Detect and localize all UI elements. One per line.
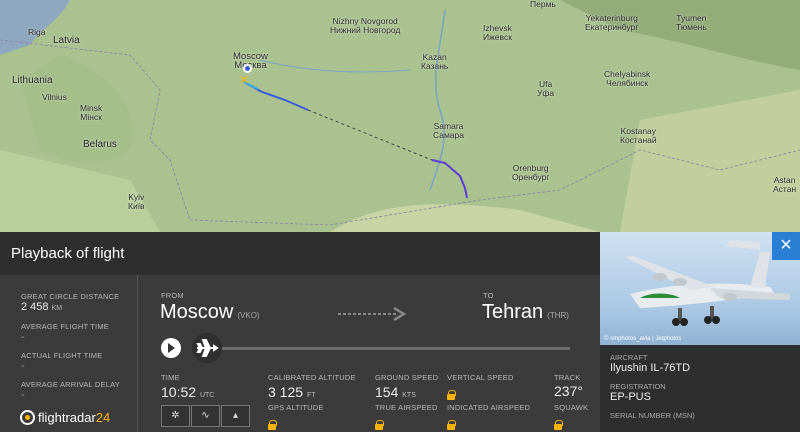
registration-value[interactable]: EP-PUS — [610, 391, 651, 403]
from-label: FROM — [161, 291, 184, 300]
aircraft-info: AIRCRAFT Ilyushin IL-76TD REGISTRATION E… — [600, 345, 800, 432]
registration-label: REGISTRATION — [610, 382, 666, 391]
expand-view-button[interactable]: ✲ — [161, 405, 190, 427]
great-circle-value: 2 458 KM — [21, 301, 63, 313]
close-button[interactable]: × — [772, 232, 800, 260]
city-label: Samara Самара — [433, 121, 464, 140]
ground-speed-value: 154 KTS — [375, 384, 416, 400]
city-label: Kostanay Костанай — [620, 126, 657, 145]
destination-city[interactable]: Tehran (THR) — [482, 301, 569, 324]
time-label: TIME — [161, 373, 180, 382]
city-label: Kazan Казань — [421, 52, 449, 71]
route-button[interactable]: ∿ — [191, 405, 220, 427]
playback-timeline[interactable] — [192, 333, 572, 363]
timeline-track[interactable] — [192, 347, 570, 350]
logo-text: flightradar — [38, 410, 96, 425]
indicated-airspeed-label: INDICATED AIRSPEED — [447, 403, 531, 412]
flightradar24-logo[interactable]: flightradar 24 — [20, 410, 110, 425]
city-label: Minsk Мінск — [80, 103, 103, 122]
aircraft-photo[interactable]: © smphotos_avia | Jetphotos — [600, 232, 800, 345]
city-label: Kyiv Київ — [128, 192, 145, 211]
serial-number-label: SERIAL NUMBER (MSN) — [610, 411, 695, 420]
route-arrow-icon — [338, 306, 408, 322]
panel-title: Playback of flight — [11, 245, 125, 262]
lock-icon[interactable] — [268, 416, 277, 432]
panel-header: Playback of flight — [0, 232, 600, 275]
calibrated-altitude-label: CALIBRATED ALTITUDE — [268, 373, 356, 382]
track-value: 237° — [554, 383, 583, 399]
actual-flight-time-value: - — [21, 360, 25, 372]
squawk-label: SQUAWK — [554, 403, 589, 412]
aircraft-image — [625, 240, 790, 326]
lock-icon[interactable] — [554, 416, 563, 432]
calibrated-altitude-value: 3 125 FT — [268, 384, 316, 400]
city-label: Vilnius — [42, 92, 67, 102]
city-label: Пермь — [530, 0, 556, 9]
logo-number: 24 — [95, 410, 111, 425]
lock-icon[interactable] — [375, 416, 384, 432]
avg-flight-time-label: AVERAGE FLIGHT TIME — [21, 322, 109, 331]
altitude-graph-button[interactable]: ▴ — [221, 405, 250, 427]
city-label: Izhevsk Ижевск — [483, 23, 512, 42]
graph-icon: ▴ — [232, 410, 239, 421]
close-icon: × — [780, 234, 792, 256]
play-button[interactable] — [161, 338, 181, 358]
gps-altitude-label: GPS ALTITUDE — [268, 403, 324, 412]
country-label: Latvia — [53, 35, 80, 46]
origin-city[interactable]: Moscow (VKO) — [160, 301, 260, 324]
avg-flight-time-value: - — [21, 331, 25, 343]
country-label: Belarus — [83, 139, 117, 150]
lock-icon[interactable] — [447, 416, 456, 432]
great-circle-label: GREAT CIRCLE DISTANCE — [21, 292, 120, 301]
city-label: Ufa Уфа — [537, 79, 555, 98]
vertical-speed-label: VERTICAL SPEED — [447, 373, 514, 382]
time-value: 10:52 UTC — [161, 384, 215, 400]
ground-speed-label: GROUND SPEED — [375, 373, 439, 382]
aircraft-position-icon[interactable] — [243, 64, 252, 73]
true-airspeed-label: TRUE AIRSPEED — [375, 403, 438, 412]
avg-arrival-delay-label: AVERAGE ARRIVAL DELAY — [21, 380, 120, 389]
city-label: Yekaterinburg Екатеринбург — [585, 13, 639, 32]
lock-icon[interactable] — [447, 386, 456, 404]
aircraft-value[interactable]: Ilyushin IL-76TD — [610, 362, 690, 374]
stats-column: GREAT CIRCLE DISTANCE 2 458 KM AVERAGE F… — [0, 275, 138, 432]
radar-logo-icon — [20, 410, 35, 425]
city-label: Astan Астан — [773, 175, 797, 194]
track-label: TRACK — [554, 373, 581, 382]
city-label: Tyumen Тюмень — [676, 13, 707, 32]
photo-credit[interactable]: © smphotos_avia | Jetphotos — [604, 336, 681, 342]
country-label: Lithuania — [12, 75, 53, 86]
plane-icon — [196, 339, 219, 357]
flight-panel: GREAT CIRCLE DISTANCE 2 458 KM AVERAGE F… — [0, 275, 600, 432]
to-label: TO — [483, 291, 494, 300]
city-label: Orenburg Оренбург — [512, 163, 550, 182]
city-label: Riga — [28, 27, 46, 37]
map-view[interactable]: Latvia Lithuania Belarus Riga Vilnius Mi… — [0, 0, 800, 232]
actual-flight-time-label: ACTUAL FLIGHT TIME — [21, 351, 103, 360]
avg-arrival-delay-value: - — [21, 389, 25, 401]
city-label: Chelyabinsk Челябинск — [604, 69, 651, 88]
expand-icon: ✲ — [171, 410, 180, 421]
aircraft-label: AIRCRAFT — [610, 353, 648, 362]
origin-marker-icon[interactable]: ✕ — [239, 74, 249, 86]
city-label: Nizhny Novgorod Нижний Новгород — [330, 16, 401, 35]
timeline-handle[interactable] — [192, 333, 222, 363]
route-icon: ∿ — [201, 410, 210, 421]
